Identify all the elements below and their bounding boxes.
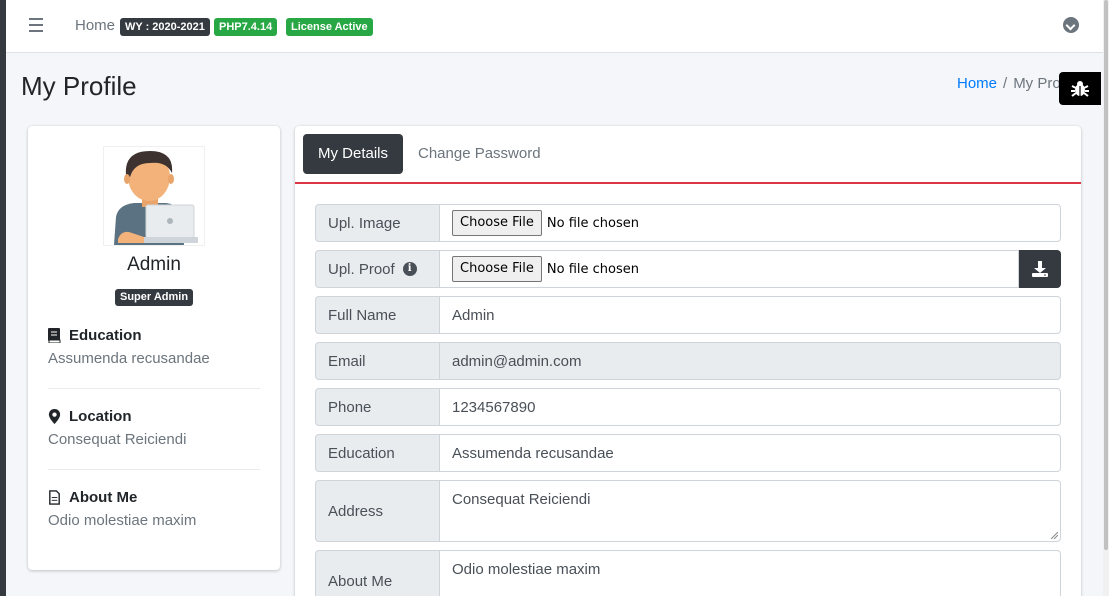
info-circle-icon[interactable]: i: [402, 262, 417, 276]
details-card: My Details Change Password Upl. Image Ch…: [295, 126, 1081, 596]
education-row: Education Assumenda recusandae: [315, 434, 1061, 472]
education-section: Education Assumenda recusandae: [48, 327, 260, 367]
user-avatar-illustration: [114, 151, 198, 245]
year-badge: WY : 2020-2021: [120, 18, 210, 36]
about-me-row: About Me Odio molestiae maxim: [315, 550, 1061, 596]
about-me-textarea[interactable]: Odio molestiae maxim: [439, 550, 1061, 596]
map-marker-icon: [48, 409, 61, 424]
download-proof-button[interactable]: [1019, 250, 1061, 288]
profile-name: Admin: [127, 254, 181, 275]
full-name-label: Full Name: [315, 296, 440, 334]
education-label: Education: [315, 434, 440, 472]
email-input: admin@admin.com: [439, 342, 1061, 380]
php-version-badge: PHP7.4.14: [214, 18, 278, 36]
license-badge: License Active: [286, 18, 373, 36]
image-upload-label: Upl. Image: [315, 204, 440, 242]
location-title: Location: [69, 408, 132, 425]
education-input[interactable]: Assumenda recusandae: [439, 434, 1061, 472]
role-badge: Super Admin: [115, 289, 194, 306]
no-file-text: No file chosen: [546, 261, 639, 277]
avatar: [103, 146, 205, 246]
full-name-input[interactable]: Admin: [439, 296, 1061, 334]
download-icon: [1032, 261, 1048, 277]
breadcrumb-separator: /: [1003, 75, 1008, 92]
phone-input[interactable]: 1234567890: [439, 388, 1061, 426]
phone-row: Phone 1234567890: [315, 388, 1061, 426]
proof-upload-input[interactable]: Choose File No file chosen: [439, 250, 1019, 288]
proof-upload-label: Upl. Proof i: [315, 250, 440, 288]
resize-handle-icon[interactable]: [1050, 531, 1058, 539]
divider: [48, 388, 260, 389]
about-section: About Me Odio molestiae maxim: [48, 489, 260, 529]
email-row: Email admin@admin.com: [315, 342, 1061, 380]
tab-my-details[interactable]: My Details: [303, 134, 403, 174]
breadcrumb-home-link[interactable]: Home: [957, 75, 997, 92]
hamburger-icon[interactable]: [29, 18, 43, 32]
divider: [48, 469, 260, 470]
scrollbar-thumb[interactable]: [1104, 0, 1108, 550]
choose-file-button[interactable]: Choose File: [452, 210, 542, 236]
education-value: Assumenda recusandae: [48, 350, 210, 367]
about-value: Odio molestiae maxim: [48, 512, 197, 529]
address-label: Address: [315, 480, 440, 542]
address-value: Consequat Reiciendi: [452, 491, 591, 508]
breadcrumb: Home/My Profile: [957, 75, 1067, 92]
bug-icon: [1071, 81, 1089, 97]
image-upload-input[interactable]: Choose File No file chosen: [439, 204, 1061, 242]
choose-file-button[interactable]: Choose File: [452, 256, 542, 282]
education-title: Education: [69, 327, 142, 344]
address-textarea[interactable]: Consequat Reiciendi: [439, 480, 1061, 542]
location-section: Location Consequat Reiciendi: [48, 408, 260, 448]
top-navbar: Home WY : 2020-2021 PHP7.4.14 License Ac…: [6, 0, 1103, 53]
chevron-circle-down-icon[interactable]: [1063, 17, 1079, 33]
file-text-icon: [49, 490, 60, 505]
sidebar-edge: [0, 0, 6, 596]
page-title: My Profile: [21, 71, 137, 101]
book-icon: [48, 328, 61, 343]
email-label: Email: [315, 342, 440, 380]
location-value: Consequat Reiciendi: [48, 431, 187, 448]
about-me-label: About Me: [315, 550, 440, 596]
tab-bar: My Details Change Password: [295, 126, 1081, 184]
page-scrollbar[interactable]: [1103, 0, 1109, 596]
no-file-text: No file chosen: [546, 215, 639, 231]
proof-upload-label-text: Upl. Proof: [328, 260, 395, 278]
image-upload-row: Upl. Image Choose File No file chosen: [315, 204, 1061, 242]
bug-report-button[interactable]: [1059, 72, 1101, 105]
nav-home-link[interactable]: Home: [75, 17, 115, 34]
proof-upload-row: Upl. Proof i Choose File No file chosen: [315, 250, 1061, 288]
tab-change-password[interactable]: Change Password: [418, 134, 541, 174]
phone-label: Phone: [315, 388, 440, 426]
profile-card: Admin Super Admin Education Assumenda re…: [28, 126, 280, 570]
about-me-value: Odio molestiae maxim: [452, 561, 601, 578]
full-name-row: Full Name Admin: [315, 296, 1061, 334]
address-row: Address Consequat Reiciendi: [315, 480, 1061, 542]
about-title: About Me: [69, 489, 138, 506]
